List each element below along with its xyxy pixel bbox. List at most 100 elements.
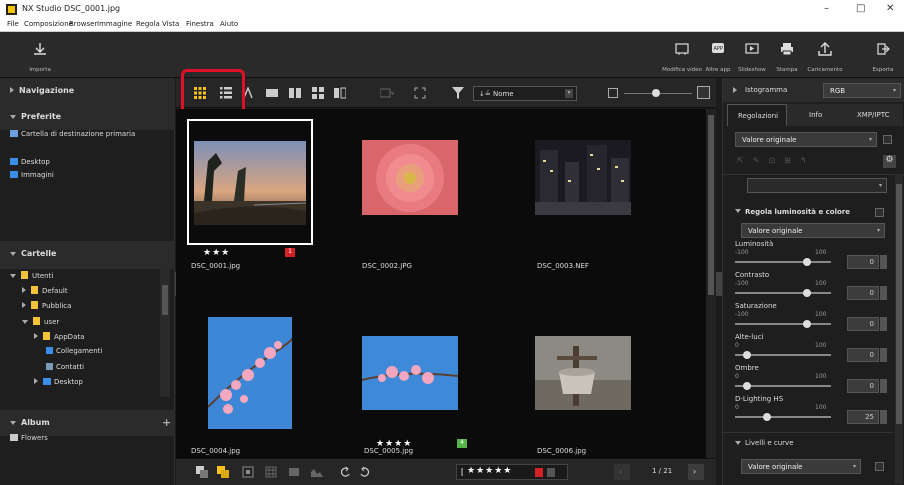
tab-regolazioni[interactable]: Regolazioni xyxy=(727,104,787,126)
section-preset-select[interactable]: Valore originale ▾ xyxy=(741,223,885,238)
brightness-color-section-header[interactable]: Regola luminosità e colore xyxy=(735,204,891,220)
close-button[interactable]: ✕ xyxy=(886,3,894,14)
thumbnail-dsc-0001[interactable] xyxy=(187,119,313,245)
rotate-right-icon[interactable] xyxy=(359,466,371,478)
folder-desktop[interactable]: Desktop xyxy=(34,378,83,386)
value-stepper[interactable] xyxy=(880,255,887,269)
thumbnail-dsc-0003[interactable] xyxy=(535,140,631,215)
large-thumbnail-icon[interactable] xyxy=(697,86,710,99)
slider-knob[interactable] xyxy=(803,289,811,297)
folders-header[interactable]: Cartelle xyxy=(0,241,175,269)
slider-knob[interactable] xyxy=(803,320,811,328)
folder-default[interactable]: Default xyxy=(22,286,68,295)
menu-immagine[interactable]: Immagine xyxy=(97,20,132,28)
thumbnail-dsc-0006[interactable] xyxy=(535,336,631,410)
adjust-tools-row[interactable]: ⇱✎⊡⊞↰ xyxy=(737,156,816,165)
add-album-icon[interactable]: + xyxy=(162,416,171,429)
folder-contatti[interactable]: Contatti xyxy=(46,363,84,371)
preset-checkbox[interactable] xyxy=(883,135,892,144)
thumbnail-dsc-0005[interactable] xyxy=(361,336,459,410)
layout-options-icon[interactable] xyxy=(380,87,394,99)
histogram-overlay-icon[interactable] xyxy=(310,466,326,478)
edit-video-button[interactable]: Modifica video xyxy=(661,32,703,78)
grid-scrollbar[interactable] xyxy=(706,109,716,458)
scrollbar-thumb[interactable] xyxy=(708,115,714,295)
slider-value-field[interactable]: 0 xyxy=(847,317,879,331)
folder-appdata[interactable]: AppData xyxy=(34,332,84,341)
favorites-header[interactable]: Preferite xyxy=(0,104,175,130)
frame-icon[interactable] xyxy=(242,466,254,478)
value-stepper[interactable] xyxy=(880,379,887,393)
upload-button[interactable]: Caricamento xyxy=(805,32,845,78)
fit-screen-icon[interactable] xyxy=(414,87,426,99)
folder-utenti[interactable]: Utenti xyxy=(10,271,53,280)
thumbnail-dsc-0004[interactable] xyxy=(207,317,294,429)
album-item-flowers[interactable]: Flowers xyxy=(10,434,48,442)
histogram-header[interactable]: Istogramma RGB ▾ xyxy=(723,78,904,102)
single-image-icon[interactable] xyxy=(266,87,278,99)
slider-knob[interactable] xyxy=(743,382,751,390)
levels-curves-section-header[interactable]: Livelli e curve xyxy=(735,436,895,450)
maximize-button[interactable]: □ xyxy=(856,3,865,14)
color-label-menu-icon[interactable] xyxy=(547,468,555,477)
menu-file[interactable]: File xyxy=(7,20,19,28)
previous-page-button[interactable]: ‹ xyxy=(614,464,630,480)
before-after-icon[interactable] xyxy=(334,87,346,99)
slider-knob[interactable] xyxy=(743,351,751,359)
folders-scrollbar[interactable] xyxy=(160,267,170,397)
right-panel-scrollbar[interactable] xyxy=(895,174,903,484)
small-thumbnail-icon[interactable] xyxy=(608,88,618,98)
rating-stars[interactable]: ★★★★★ xyxy=(467,466,512,476)
fav-item-primary-destination[interactable]: Cartella di destinazione primaria xyxy=(10,130,135,138)
print-button[interactable]: Stampa xyxy=(771,32,803,78)
slider-track[interactable] xyxy=(735,416,831,418)
menu-aiuto[interactable]: Aiuto xyxy=(220,20,238,28)
rating-stars[interactable]: ★★★ xyxy=(203,248,230,258)
folder-collegamenti[interactable]: Collegamenti xyxy=(46,347,102,355)
compare-two-icon[interactable] xyxy=(289,87,301,99)
color-label-red[interactable] xyxy=(535,468,543,477)
menu-finestra[interactable]: Finestra xyxy=(186,20,214,28)
navigation-header[interactable]: Navigazione xyxy=(0,78,175,104)
menu-regola[interactable]: Regola xyxy=(136,20,160,28)
slider-track[interactable] xyxy=(735,261,831,263)
value-stepper[interactable] xyxy=(880,286,887,300)
export-button[interactable]: Esporta xyxy=(866,32,900,78)
slider-knob[interactable] xyxy=(763,413,771,421)
slider-value-field[interactable]: 0 xyxy=(847,379,879,393)
slider-track[interactable] xyxy=(735,292,831,294)
filter-icon[interactable] xyxy=(452,87,464,99)
scrollbar-thumb[interactable] xyxy=(896,184,902,424)
section-checkbox[interactable] xyxy=(875,208,884,217)
next-page-button[interactable]: › xyxy=(688,464,704,480)
value-stepper[interactable] xyxy=(880,348,887,362)
minimize-button[interactable]: – xyxy=(824,3,829,14)
slider-track[interactable] xyxy=(735,323,831,325)
compare-icon[interactable] xyxy=(288,466,300,478)
menu-browser[interactable]: Browser xyxy=(69,20,97,28)
fav-item-desktop[interactable]: Desktop xyxy=(10,158,50,166)
histogram-channel-select[interactable]: RGB ▾ xyxy=(823,83,901,98)
slider-knob[interactable] xyxy=(652,89,660,97)
slider-knob[interactable] xyxy=(803,258,811,266)
slider-value-field[interactable]: 0 xyxy=(847,348,879,362)
folder-pubblica[interactable]: Pubblica xyxy=(22,301,71,310)
curves-checkbox[interactable] xyxy=(875,462,884,471)
album-header[interactable]: Album + xyxy=(0,410,175,436)
slider-value-field[interactable]: 25 xyxy=(847,410,879,424)
label-tag-icon[interactable] xyxy=(217,466,229,478)
sort-select[interactable]: ↓≟ Nome ▾ xyxy=(473,86,577,101)
tab-xmp-iptc[interactable]: XMP/IPTC xyxy=(845,104,903,126)
gear-icon[interactable]: ⚙ xyxy=(883,155,896,168)
reject-icon[interactable] xyxy=(461,468,463,476)
thumbnail-dsc-0002[interactable] xyxy=(362,140,458,215)
preset-select[interactable]: Valore originale ▾ xyxy=(735,132,877,147)
tab-info[interactable]: Info xyxy=(787,104,845,126)
slider-value-field[interactable]: 0 xyxy=(847,255,879,269)
value-stepper[interactable] xyxy=(880,317,887,331)
import-button[interactable]: Importa xyxy=(22,32,58,78)
compare-four-icon[interactable] xyxy=(312,87,324,99)
collapsed-select[interactable]: ▾ xyxy=(747,178,887,193)
value-stepper[interactable] xyxy=(880,410,887,424)
slider-value-field[interactable]: 0 xyxy=(847,286,879,300)
